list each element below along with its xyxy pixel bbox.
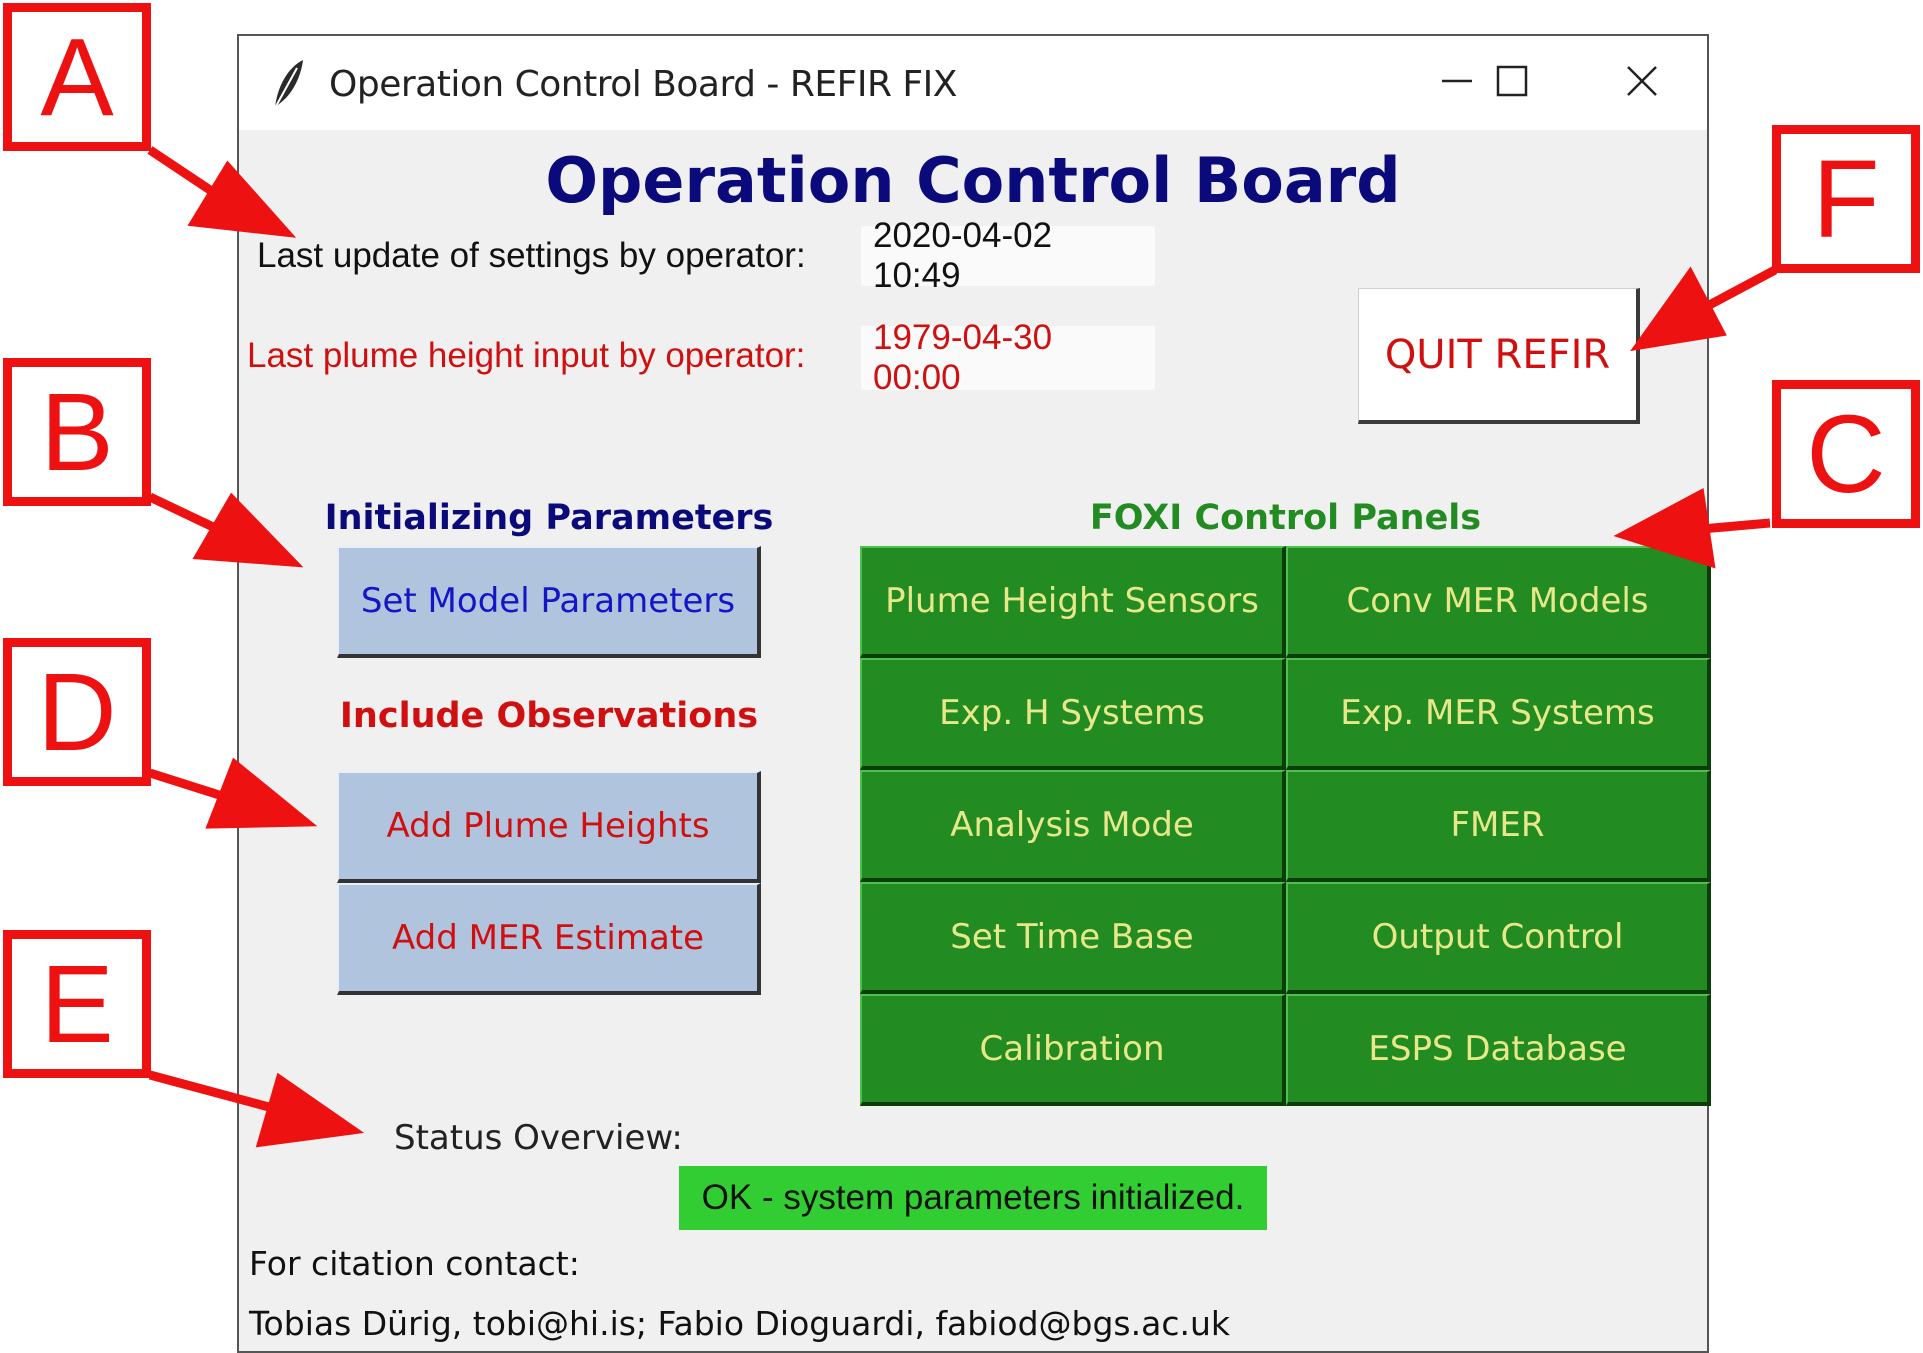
arrow-d-head (205, 757, 318, 829)
callout-a: A (3, 3, 151, 151)
callout-arrows (147, 146, 1778, 1148)
arrow-c-head (1613, 488, 1716, 569)
callout-d: D (3, 638, 151, 786)
callout-f: F (1772, 125, 1920, 273)
arrow-b-head (192, 492, 304, 568)
callout-e: E (3, 930, 151, 1078)
callout-b: B (3, 358, 151, 506)
arrow-a-head (187, 160, 297, 238)
callout-c: C (1772, 380, 1920, 528)
arrow-f-head (1630, 266, 1727, 352)
arrow-e-head (255, 1072, 365, 1148)
arrow-f-line (1697, 266, 1778, 314)
arrow-e-line (148, 1070, 282, 1115)
